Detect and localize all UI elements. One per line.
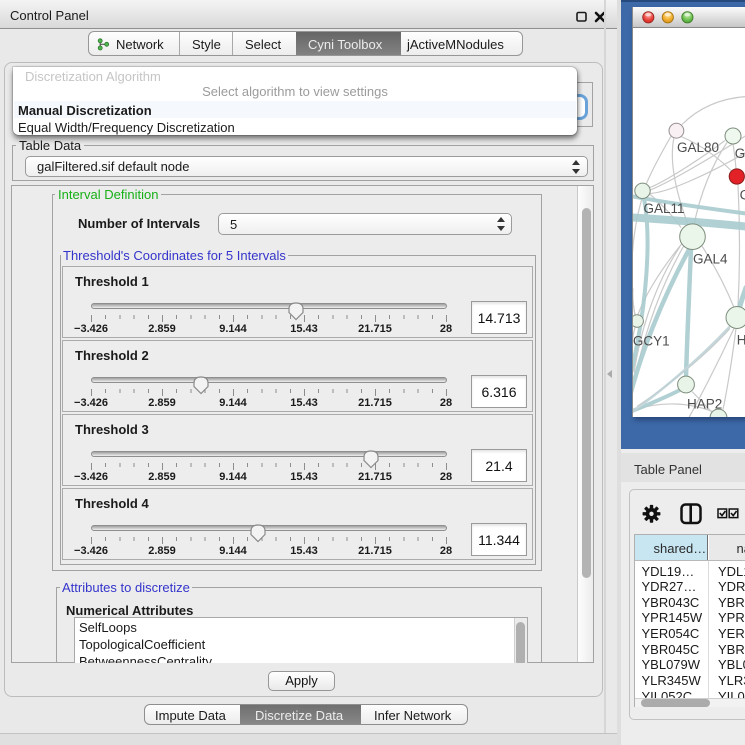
svg-text:GAL4: GAL4 [693,252,728,267]
svg-text:C: C [740,188,745,203]
svg-text:H: H [737,333,745,348]
svg-text:GA: GA [735,146,745,161]
svg-text:HAP2: HAP2 [687,397,722,412]
svg-text:GAL11: GAL11 [644,201,685,216]
svg-text:GAL80: GAL80 [677,140,719,155]
svg-text:GCY1: GCY1 [633,334,670,349]
